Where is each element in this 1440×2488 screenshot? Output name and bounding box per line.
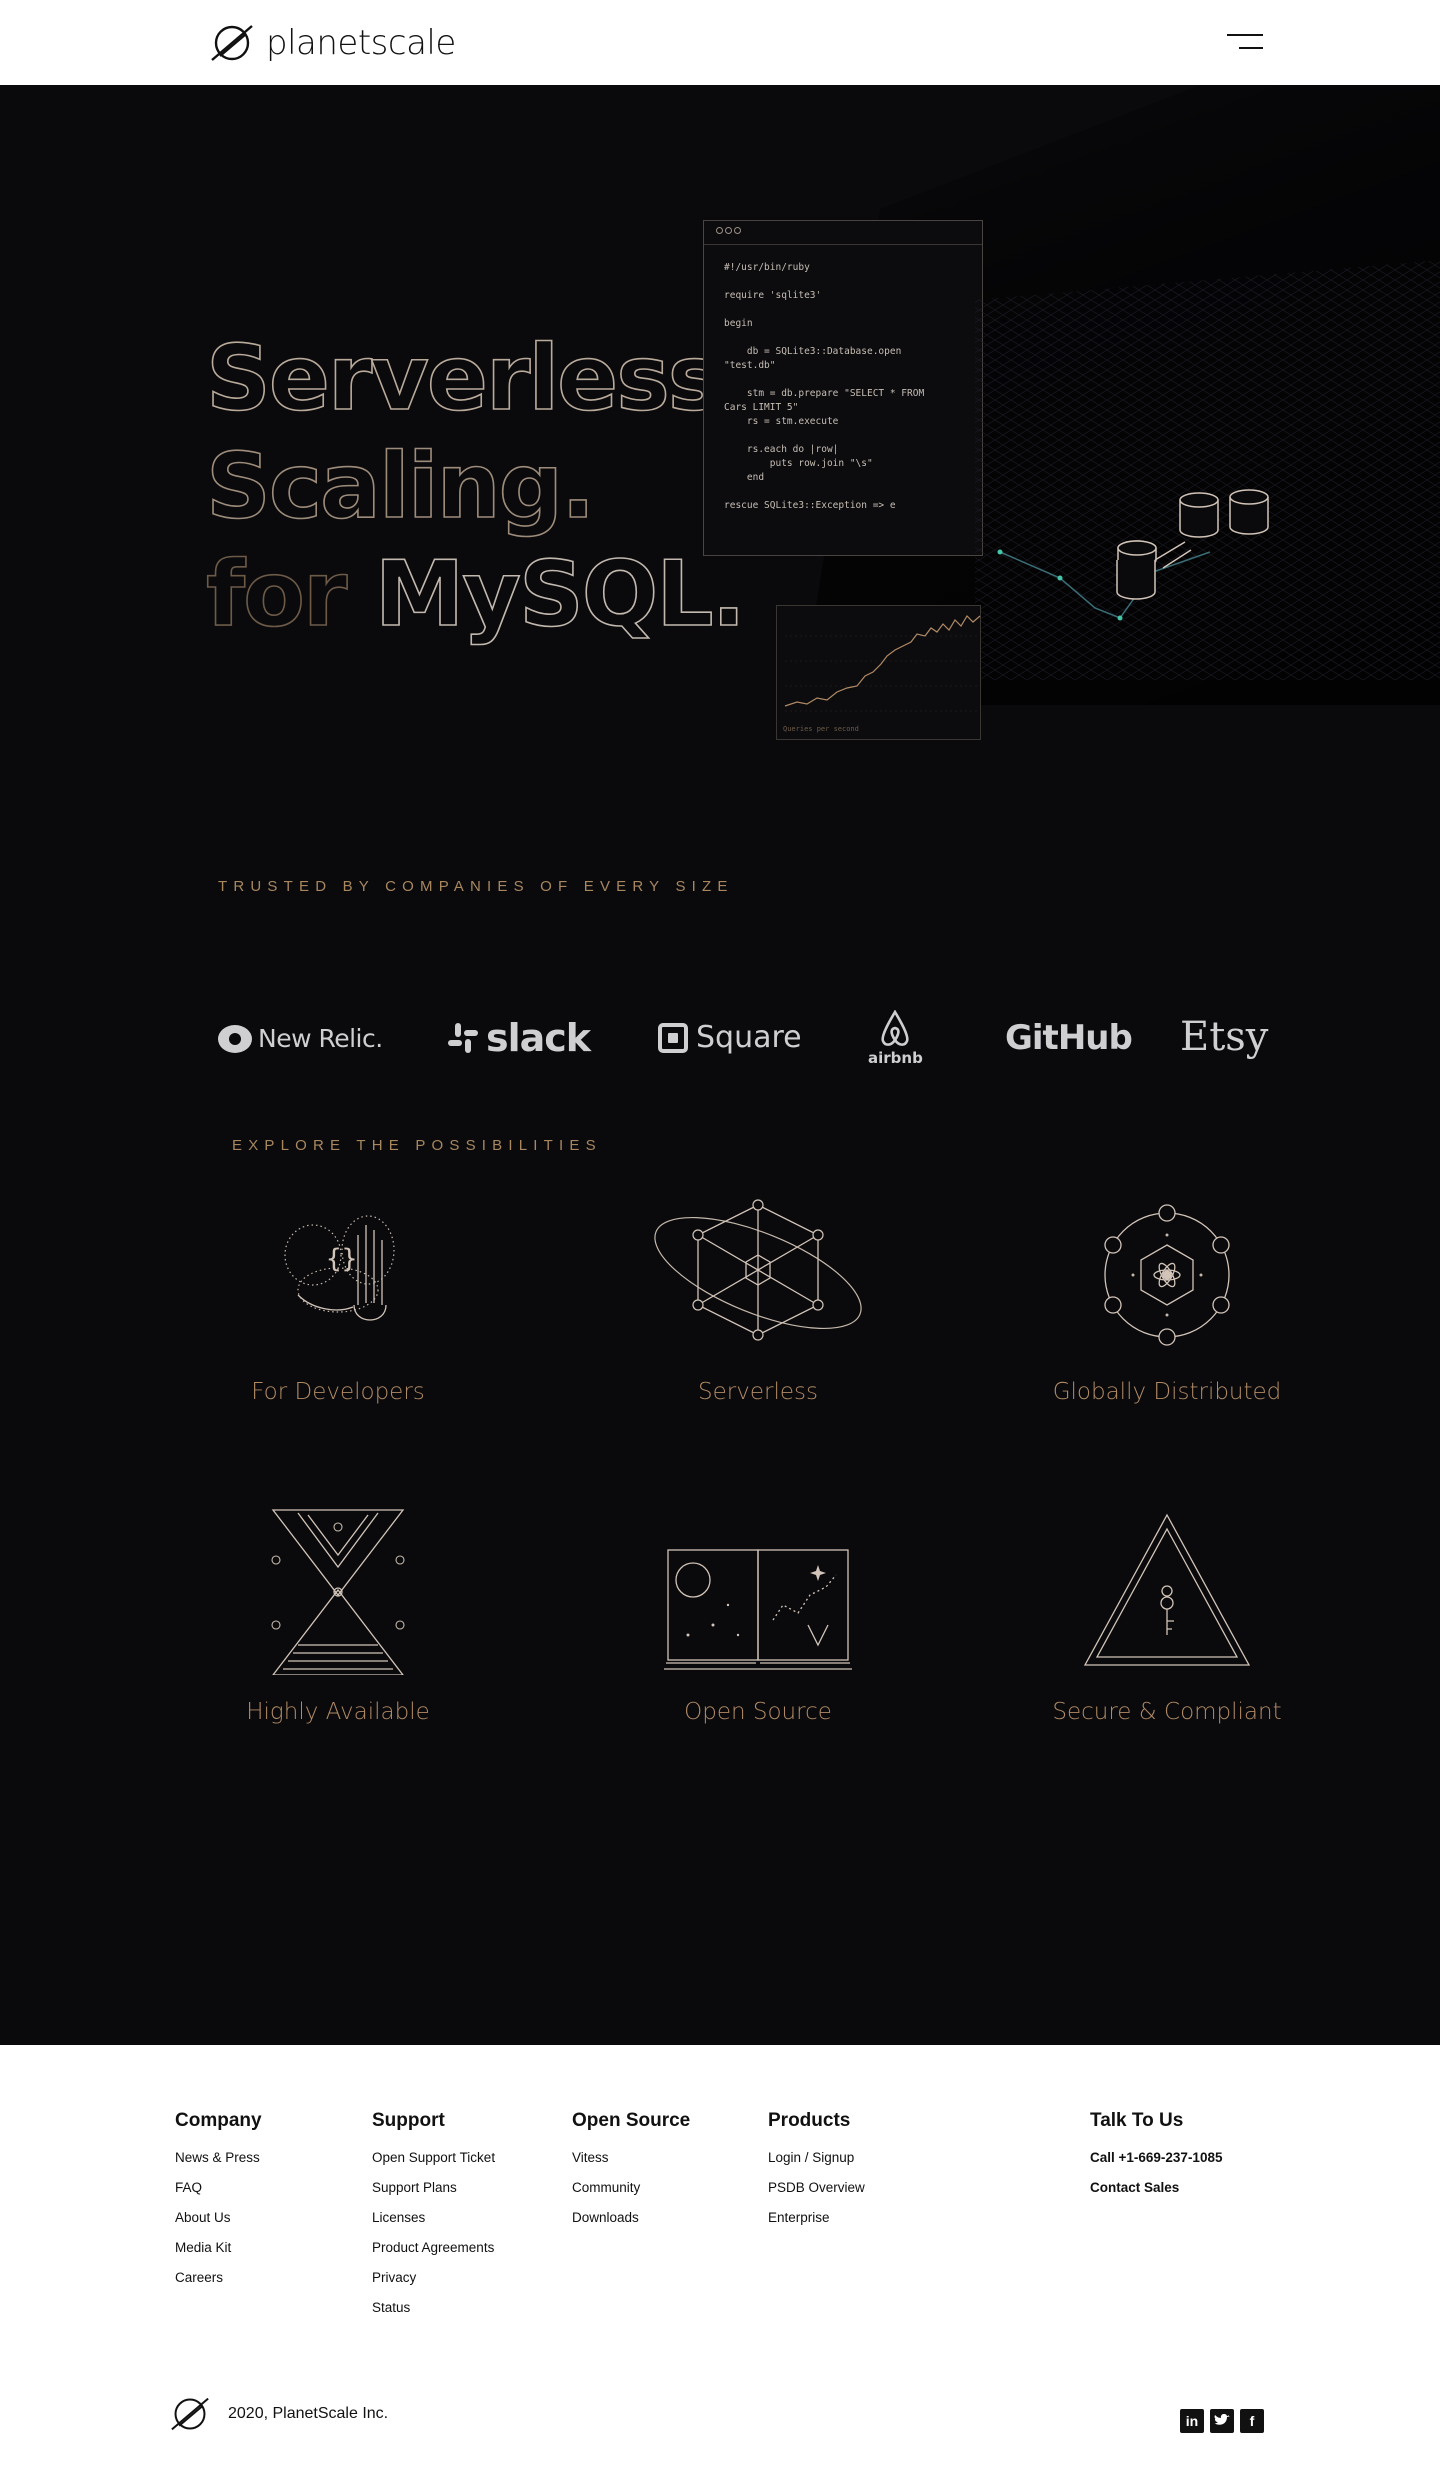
airbnb-name: airbnb [868,1049,923,1067]
footer-link-support-ticket[interactable]: Open Support Ticket [372,2150,495,2165]
headline-line-1: Serverless. [205,325,754,432]
feature-globally-distributed[interactable]: Globally Distributed [1017,1195,1317,1405]
footer-link-faq[interactable]: FAQ [175,2180,262,2195]
hero-section: Serverless. Scaling. for MySQL. #!/usr/b… [0,85,1440,2045]
svg-text:{}: {} [326,1244,357,1274]
slack-logo: slack [446,1016,591,1060]
footer-link-news-press[interactable]: News & Press [175,2150,262,2165]
feature-label: Globally Distributed [1052,1379,1282,1405]
isometric-grid-illustration [975,260,1440,680]
feature-label: Open Source [684,1699,832,1725]
footer-column-support: Support Open Support Ticket Support Plan… [372,2110,495,2330]
footer-link-support-plans[interactable]: Support Plans [372,2180,495,2195]
linkedin-icon[interactable]: in [1180,2409,1204,2433]
footer-heading: Products [768,2110,851,2131]
planetscale-mark-icon [171,2397,209,2431]
social-links: in f [1180,2409,1264,2433]
triangle-key-icon [1083,1513,1251,1666]
planetscale-mark-icon [211,25,253,61]
square-logo: Square [658,1020,802,1055]
hero-headline: Serverless. Scaling. for MySQL. [205,325,754,649]
footer-column-talk-to-us: Talk To Us Call +1-669-237-1085 Contact … [1090,2110,1222,2210]
hands-code-icon: {} [284,1215,395,1321]
headline-line-3: for MySQL. [205,541,752,649]
site-header: planetscale [0,0,1440,85]
slack-name: slack [486,1016,591,1060]
footer-link-licenses[interactable]: Licenses [372,2210,495,2225]
footer-link-vitess[interactable]: Vitess [572,2150,690,2165]
window-controls [704,221,982,245]
hamburger-menu-icon[interactable] [1225,30,1263,54]
square-mark-icon [658,1022,688,1053]
footer-link-downloads[interactable]: Downloads [572,2210,690,2225]
footer-heading: Support [372,2110,445,2131]
code-window: #!/usr/bin/ruby require 'sqlite3' begin … [703,220,983,556]
feature-label: Serverless [698,1379,818,1405]
footer-heading: Talk To Us [1090,2110,1184,2131]
footer-column-products: Products Login / Signup PSDB Overview En… [768,2110,865,2240]
headline-mysql: MySQL. [374,541,747,648]
footer-link-product-agreements[interactable]: Product Agreements [372,2240,495,2255]
feature-serverless[interactable]: Serverless [608,1195,908,1405]
copyright-text: 2020, PlanetScale Inc. [228,2405,389,2422]
queries-line [784,615,981,712]
airbnb-belo-icon [881,1010,909,1046]
feature-label: For Developers [251,1379,425,1405]
headline-for: for [205,541,348,648]
footer-link-careers[interactable]: Careers [175,2270,262,2285]
feature-secure-compliant[interactable]: Secure & Compliant [1017,1505,1317,1725]
footer-link-login-signup[interactable]: Login / Signup [768,2150,865,2165]
footer-link-status[interactable]: Status [372,2300,495,2315]
customer-logos: New Relic. slack Square airbnb GitHub Et… [218,1010,1268,1080]
site-footer: Company News & Press FAQ About Us Media … [0,2045,1440,2488]
code-sample: #!/usr/bin/ruby require 'sqlite3' begin … [724,262,925,511]
slack-hash-icon [448,1023,478,1053]
airbnb-logo: airbnb [868,1010,923,1067]
hourglass-icon [271,1509,405,1675]
feature-label: Highly Available [246,1699,430,1725]
footer-link-enterprise[interactable]: Enterprise [768,2210,865,2225]
brand-name: planetscale [266,23,456,63]
newrelic-logo: New Relic. [218,1024,383,1053]
footer-heading: Company [175,2110,262,2131]
footer-link-privacy[interactable]: Privacy [372,2270,495,2285]
footer-link-phone[interactable]: Call +1-669-237-1085 [1090,2150,1222,2165]
chart-label: Queries per second [783,725,859,733]
github-logo: GitHub [1005,1018,1133,1058]
footer-column-open-source: Open Source Vitess Community Downloads [572,2110,690,2240]
queries-chart: Queries per second [776,605,981,740]
square-name: Square [696,1020,802,1055]
footer-link-media-kit[interactable]: Media Kit [175,2240,262,2255]
feature-highly-available[interactable]: Highly Available [188,1505,488,1725]
etsy-logo: Etsy [1180,1014,1269,1060]
newrelic-name: New Relic. [258,1024,383,1053]
copyright: 2020, PlanetScale Inc. [168,2395,388,2433]
explore-heading: EXPLORE THE POSSIBILITIES [232,1137,602,1154]
feature-label: Secure & Compliant [1052,1699,1282,1725]
atom-network-icon [1104,1204,1230,1346]
orbit-cube-icon [654,1199,862,1341]
newrelic-eye-icon [218,1024,252,1053]
headline-line-2: Scaling. [205,433,596,540]
footer-link-contact-sales[interactable]: Contact Sales [1090,2180,1222,2195]
footer-link-about-us[interactable]: About Us [175,2210,262,2225]
planetscale-logo[interactable]: planetscale [208,22,456,64]
footer-column-company: Company News & Press FAQ About Us Media … [175,2110,262,2300]
footer-link-psdb-overview[interactable]: PSDB Overview [768,2180,865,2195]
trusted-heading: TRUSTED BY COMPANIES OF EVERY SIZE [218,878,734,895]
footer-heading: Open Source [572,2110,691,2131]
open-book-icon [664,1549,852,1670]
facebook-icon[interactable]: f [1240,2409,1264,2433]
footer-link-community[interactable]: Community [572,2180,690,2195]
twitter-icon[interactable] [1210,2409,1234,2433]
feature-for-developers[interactable]: {} For Developers [188,1195,488,1405]
feature-open-source[interactable]: Open Source [608,1505,908,1725]
